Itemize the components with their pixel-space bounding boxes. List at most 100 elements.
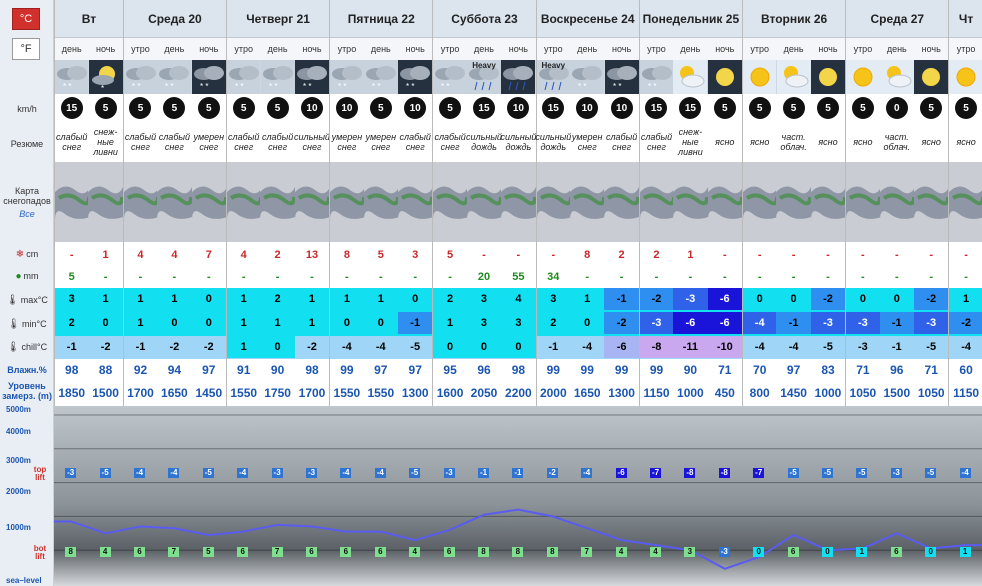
snow-map-thumbnail[interactable] bbox=[846, 162, 880, 242]
forecast-column: ночь * * 10 слабый снег 3 - 0 -1 -5 97 1300 bbox=[398, 0, 433, 406]
max-temp: 3 bbox=[536, 288, 570, 310]
weather-icon: Heavy bbox=[466, 60, 502, 94]
snow-map-thumbnail[interactable] bbox=[501, 162, 536, 242]
snow-value: 5 bbox=[447, 249, 454, 261]
rain-value: 5 bbox=[68, 271, 75, 283]
wind-speed: 10 bbox=[570, 95, 604, 121]
bot-lift-temp: -3 bbox=[718, 547, 730, 557]
wind-speed: 10 bbox=[398, 95, 432, 121]
snow-map-thumbnail[interactable] bbox=[294, 162, 330, 242]
freezing-level-value: 1550 bbox=[230, 386, 258, 400]
time-of-day: утро bbox=[433, 38, 467, 60]
forecast-column: ночь 10 сильный дождь - 55 4 3 0 98 2200 bbox=[500, 0, 537, 406]
max-temp: -2 bbox=[639, 288, 674, 310]
alt-3000: 3000m bbox=[6, 456, 31, 465]
rain-value: - bbox=[241, 271, 246, 283]
rain-value: - bbox=[206, 271, 211, 283]
freezing-level-value: 1300 bbox=[608, 386, 635, 400]
wind-speed: 5 bbox=[811, 95, 845, 121]
svg-text:* *: * * bbox=[165, 82, 173, 91]
forecast-column: день * * 5 умерен снег 5 - 1 0 -4 97 1550 bbox=[363, 0, 398, 406]
snow-map-thumbnail[interactable] bbox=[88, 162, 123, 242]
svg-text:* *: * * bbox=[200, 82, 208, 91]
fahrenheit-button[interactable]: °F bbox=[12, 38, 40, 60]
snow-map-thumbnail[interactable] bbox=[55, 162, 89, 242]
time-of-day: день bbox=[673, 38, 708, 60]
snow-map-thumbnail[interactable] bbox=[433, 162, 467, 242]
snow-map-thumbnail[interactable] bbox=[330, 162, 364, 242]
summary-text: слабый снег bbox=[434, 132, 466, 152]
freezing-level-value: 1500 bbox=[92, 386, 119, 400]
snow-map-thumbnail[interactable] bbox=[743, 162, 777, 242]
celsius-button[interactable]: °C bbox=[12, 8, 40, 30]
humidity-value: 98 bbox=[65, 363, 79, 377]
snow-map-thumbnail[interactable] bbox=[673, 162, 708, 242]
forecast-column: день 15 снеж-ные ливни 1 - -3 -6 -11 90 1000 bbox=[673, 0, 708, 406]
min-temp: -2 bbox=[604, 312, 639, 334]
snow-map-thumbnail[interactable] bbox=[879, 162, 914, 242]
wind-speed: 10 bbox=[330, 95, 363, 121]
top-lift-temp: -4 bbox=[959, 468, 971, 478]
bot-lift-temp: 6 bbox=[134, 547, 145, 557]
snow-value: 2 bbox=[618, 249, 625, 261]
forecast-column: день * * 15 слабый снег - 5 3 2 -1 98 1850 bbox=[54, 0, 89, 406]
humidity-value: 71 bbox=[718, 363, 732, 377]
rain-value: - bbox=[929, 271, 934, 283]
snow-map-thumbnail[interactable] bbox=[570, 162, 605, 242]
top-lift-temp: -5 bbox=[856, 468, 868, 478]
weather-icon: * * bbox=[398, 60, 433, 94]
forecast-column: утро * * 5 слабый снег 4-1 1 -1 92 1700 bbox=[122, 0, 158, 406]
snow-map-thumbnail[interactable] bbox=[776, 162, 811, 242]
time-of-day: день bbox=[776, 38, 811, 60]
chill-temp: -5 bbox=[914, 336, 949, 358]
top-lift-temp: -4 bbox=[134, 468, 145, 478]
summary-text: сильный дождь bbox=[535, 132, 572, 152]
snow-map-thumbnail[interactable] bbox=[260, 162, 295, 242]
bot-lift-temp: 6 bbox=[443, 547, 455, 557]
snow-map-thumbnail[interactable] bbox=[123, 162, 158, 242]
summary-text: сильный дождь bbox=[500, 132, 537, 152]
forecast-column: день 5 част. облач. - - 0 -1 -4 97 1450 bbox=[776, 0, 811, 406]
snow-map-thumbnail[interactable] bbox=[191, 162, 226, 242]
wind-speed: 5 bbox=[776, 95, 810, 121]
chill-temp: -8 bbox=[639, 336, 674, 358]
min-temp: 1 bbox=[433, 312, 467, 334]
top-lift-label: top lift bbox=[33, 465, 47, 482]
time-of-day: ночь bbox=[914, 38, 949, 60]
snow-map-thumbnail[interactable] bbox=[914, 162, 949, 242]
snow-map-thumbnail[interactable] bbox=[604, 162, 639, 242]
snow-map-thumbnail[interactable] bbox=[466, 162, 502, 242]
top-lift-temp: -5 bbox=[925, 468, 937, 478]
snow-map-thumbnail[interactable] bbox=[707, 162, 742, 242]
snow-map-thumbnail[interactable] bbox=[949, 162, 982, 242]
snow-map-thumbnail[interactable] bbox=[227, 162, 261, 242]
chill-temp: -1 bbox=[123, 336, 158, 358]
top-lift-temp: -5 bbox=[202, 468, 214, 478]
svg-text:* *: * * bbox=[441, 82, 449, 91]
summary-text: слабый снег bbox=[56, 132, 88, 152]
snow-map-thumbnail[interactable] bbox=[398, 162, 433, 242]
bot-lift-temp: 6 bbox=[237, 547, 249, 557]
snow-map-thumbnail[interactable] bbox=[536, 162, 570, 242]
snowmap-all-link[interactable]: Все bbox=[0, 209, 54, 219]
top-lift-temp: -4 bbox=[237, 468, 249, 478]
snow-map-thumbnail[interactable] bbox=[810, 162, 846, 242]
forecast-column: день Heavy 15 сильный дождь -20 3 3 0 96 2050 bbox=[466, 0, 502, 406]
humidity-value: 98 bbox=[305, 363, 319, 377]
time-of-day: утро bbox=[639, 38, 674, 60]
snow-map-thumbnail[interactable] bbox=[157, 162, 192, 242]
rain-value: - bbox=[826, 271, 830, 283]
bot-lift-temp: 4 bbox=[99, 547, 111, 557]
wind-arrow-icon: 5 bbox=[748, 97, 771, 119]
max-temp: -2 bbox=[914, 288, 949, 310]
time-of-day: утро bbox=[536, 38, 570, 60]
bot-lift-temp: 8 bbox=[478, 547, 489, 557]
humidity-value: 88 bbox=[98, 363, 113, 377]
time-of-day: день bbox=[363, 38, 398, 60]
snow-map-thumbnail[interactable] bbox=[639, 162, 674, 242]
snow-value: 5 bbox=[377, 249, 384, 261]
weather-icon: * bbox=[88, 60, 123, 94]
snow-map-thumbnail[interactable] bbox=[363, 162, 398, 242]
wind-speed: 15 bbox=[537, 95, 570, 121]
min-temp: -3 bbox=[914, 312, 949, 334]
